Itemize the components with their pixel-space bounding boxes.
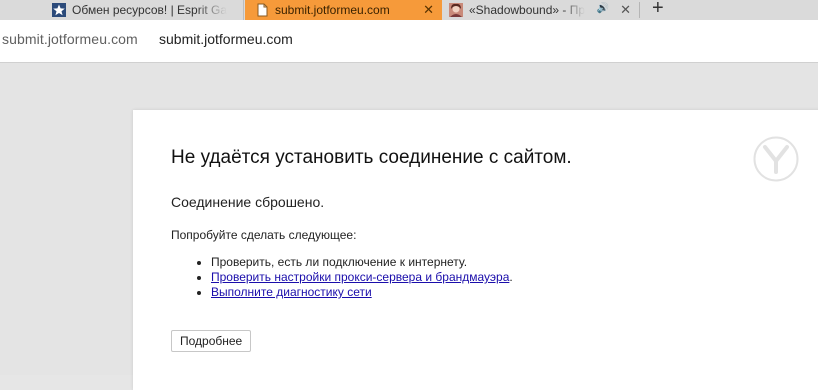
- tab-title: submit.jotformeu.com: [275, 3, 390, 17]
- portrait-favicon-icon: [449, 3, 463, 17]
- error-subtitle: Соединение сброшено.: [171, 194, 325, 210]
- site-host-label[interactable]: submit.jotformeu.com: [2, 31, 138, 47]
- star-favicon-icon: [52, 3, 66, 17]
- run-diagnostics-link[interactable]: Выполните диагностику сети: [211, 285, 372, 299]
- suggestion-period: .: [509, 270, 513, 284]
- check-proxy-link[interactable]: Проверить настройки прокси-сервера и бра…: [211, 270, 509, 284]
- tab-esprit[interactable]: Обмен ресурсов! | Esprit Ga: [48, 0, 244, 20]
- new-tab-button[interactable]: +: [652, 0, 664, 18]
- tab-title: «Shadowbound» - Пр: [469, 3, 586, 17]
- tab-divider: [639, 2, 640, 18]
- tab-bar: Обмен ресурсов! | Esprit Ga submit.jotfo…: [0, 0, 818, 20]
- close-tab-icon[interactable]: ✕: [423, 2, 434, 18]
- page-content: Не удаётся установить соединение с сайто…: [0, 63, 818, 390]
- try-instructions: Попробуйте сделать следующее:: [171, 228, 357, 242]
- speaker-icon[interactable]: 🔊: [597, 3, 609, 14]
- details-button[interactable]: Подробнее: [171, 330, 252, 352]
- close-tab-icon[interactable]: ✕: [620, 2, 631, 18]
- error-title: Не удаётся установить соединение с сайто…: [171, 147, 572, 168]
- suggestion-check-proxy: Проверить настройки прокси-сервера и бра…: [211, 270, 513, 285]
- suggestion-list: Проверить, есть ли подключение к интерне…: [171, 255, 513, 300]
- yandex-browser-logo-icon: [753, 136, 799, 182]
- blank-page-icon: [257, 3, 268, 17]
- tab-jotform[interactable]: submit.jotformeu.com ✕: [245, 0, 442, 20]
- address-bar[interactable]: submit.jotformeu.com submit.jotformeu.co…: [0, 20, 818, 63]
- url-text[interactable]: submit.jotformeu.com: [159, 31, 293, 47]
- suggestion-diagnostics: Выполните диагностику сети: [211, 285, 513, 300]
- error-card: Не удаётся установить соединение с сайто…: [133, 110, 818, 390]
- tab-shadowbound[interactable]: «Shadowbound» - Пр 🔊 ✕: [443, 0, 639, 20]
- suggestion-check-connection: Проверить, есть ли подключение к интерне…: [211, 255, 513, 270]
- tab-title: Обмен ресурсов! | Esprit Ga: [72, 3, 228, 17]
